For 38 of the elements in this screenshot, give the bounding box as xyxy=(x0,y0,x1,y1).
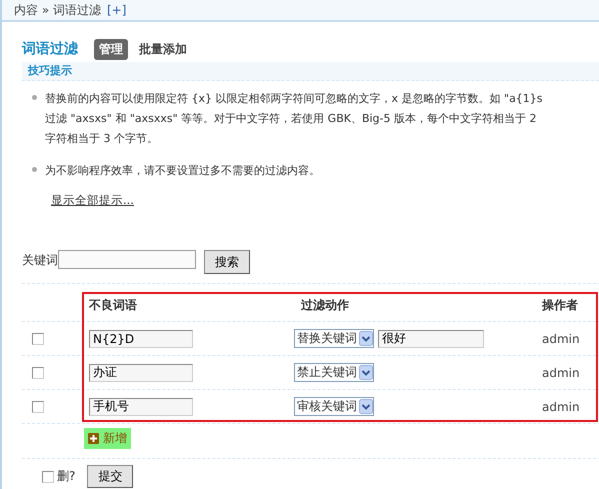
column-header: 不良词语 xyxy=(88,297,138,314)
breadcrumb: 内容 » 词语过滤 xyxy=(14,2,101,18)
column-header: 过滤动作 xyxy=(300,297,350,314)
operator-name: admin xyxy=(542,366,581,380)
action-dropdown[interactable]: 替换关键词 xyxy=(294,329,374,348)
show-all-link[interactable]: 显示全部提示... xyxy=(51,193,134,208)
tip-text: 替换前的内容可以使用限定符 {x} 以限定相邻两字符间可忽略的文字，x 是忽略的字节数。如 "a{1}s 过滤 "axsxs" 和 "axsxxs" 等等。对于中文字符，若使用 GBK、Big-5 版本，每个中文字符相当于 2 字符相当于 3 个字节。 xyxy=(45,91,543,147)
tab[interactable]: 管理 xyxy=(94,38,128,60)
plus-icon xyxy=(88,433,99,444)
column-header: 操作者 xyxy=(542,297,579,314)
action-dropdown[interactable]: 禁止关键词 xyxy=(294,363,374,382)
action-dropdown[interactable]: 审核关键词 xyxy=(294,397,374,416)
word-field[interactable]: N{2}D xyxy=(89,330,193,348)
page-title: 词语过滤 xyxy=(22,40,78,58)
chevron-down-icon[interactable] xyxy=(359,331,373,346)
delete-label: 删? xyxy=(57,468,76,485)
add-link[interactable]: [+] xyxy=(106,3,126,17)
tips-title: 技巧提示 xyxy=(28,64,72,78)
word-field[interactable]: 手机号 xyxy=(89,398,193,416)
word-field[interactable]: 办证 xyxy=(89,364,193,382)
search-button[interactable]: 搜索 xyxy=(204,250,250,274)
bullet-icon xyxy=(32,95,37,100)
add-button[interactable]: 新增 xyxy=(84,428,131,449)
chevron-down-icon[interactable] xyxy=(359,399,373,414)
checkbox[interactable] xyxy=(32,366,44,378)
search-label: 关键词 xyxy=(22,252,58,269)
chevron-down-icon[interactable] xyxy=(359,365,373,380)
submit-button[interactable]: 提交 xyxy=(87,465,134,488)
checkbox[interactable] xyxy=(32,332,44,344)
checkbox[interactable] xyxy=(42,470,54,482)
tip-text: 为不影响程序效率，请不要设置过多不需要的过滤内容。 xyxy=(45,163,320,179)
operator-name: admin xyxy=(542,400,581,414)
tab[interactable]: 批量添加 xyxy=(134,38,192,60)
checkbox[interactable] xyxy=(32,400,44,412)
replacement-field[interactable]: 很好 xyxy=(378,330,484,348)
operator-name: admin xyxy=(542,332,581,346)
search-field[interactable] xyxy=(58,250,196,269)
bullet-icon xyxy=(32,167,37,172)
